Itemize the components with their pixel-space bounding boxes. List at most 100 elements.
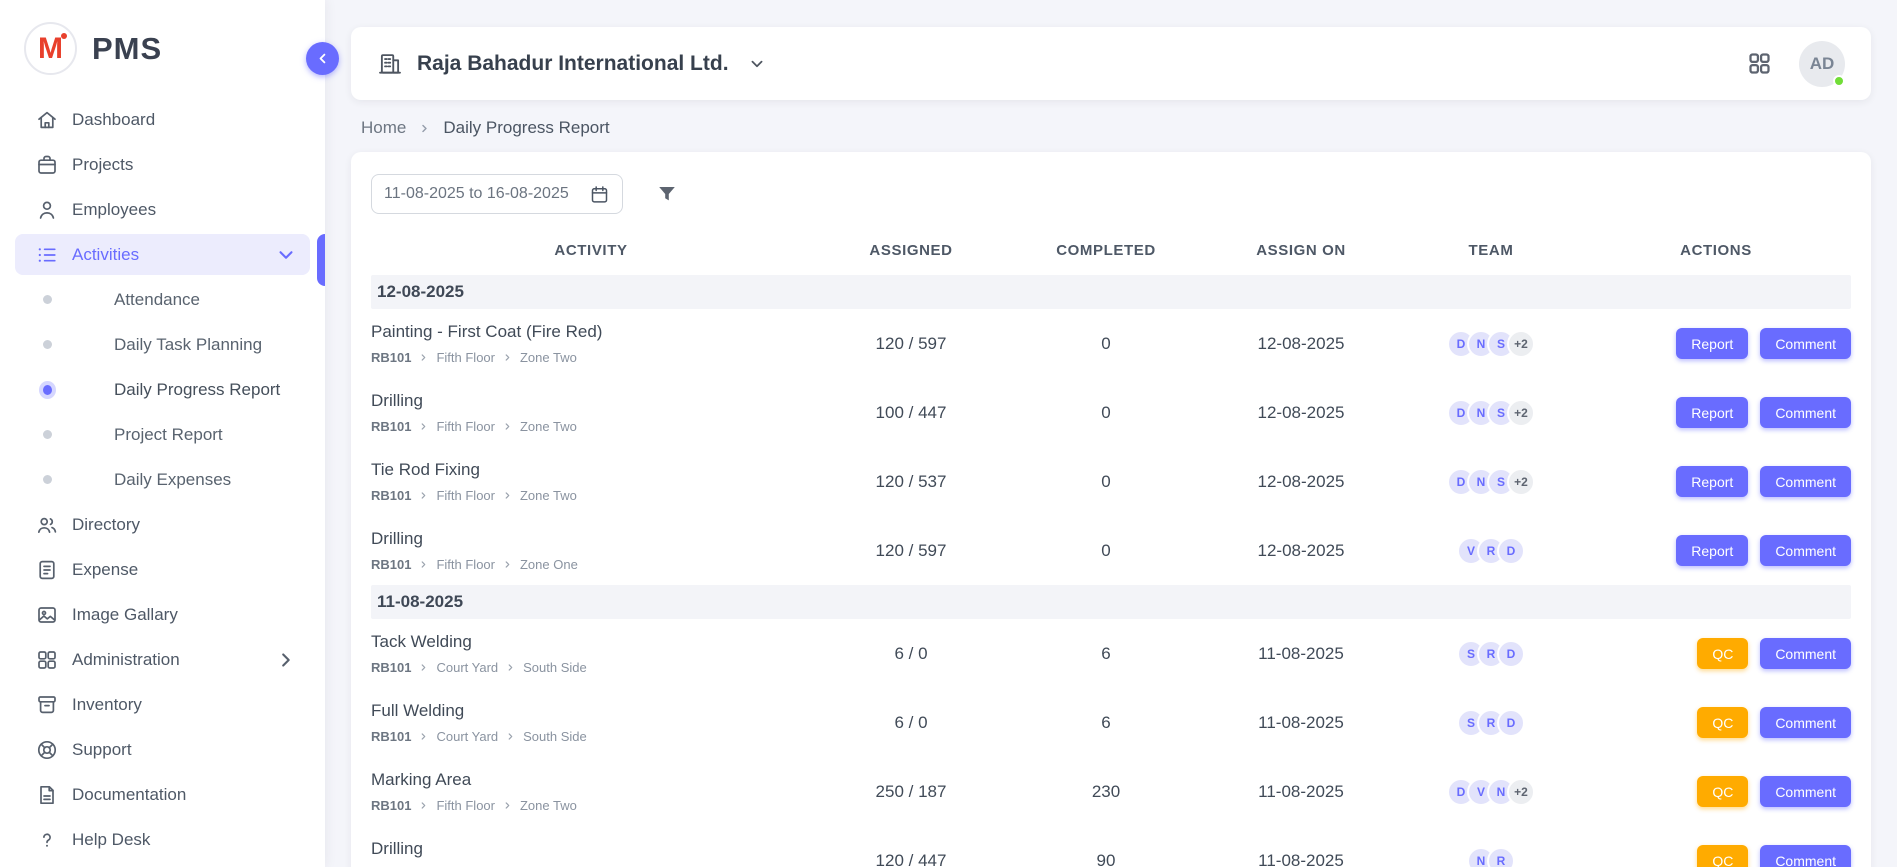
team-avatars: SRD (1401, 709, 1581, 737)
pms-logo-icon: M (24, 22, 77, 75)
sidebar-item-projects[interactable]: Projects (15, 144, 310, 185)
chevron-sep-icon (502, 490, 513, 501)
comment-button[interactable]: Comment (1760, 845, 1851, 867)
team-avatars: NR (1401, 847, 1581, 867)
sidebar-item-documentation[interactable]: Documentation (15, 774, 310, 815)
apps-grid-button[interactable] (1746, 50, 1773, 77)
activity-location-path: RB101Court YardSouth Side (371, 729, 811, 744)
comment-button[interactable]: Comment (1760, 466, 1851, 497)
sidebar-subitem-label: Daily Task Planning (114, 335, 262, 355)
sidebar-item-support[interactable]: Support (15, 729, 310, 770)
qc-button[interactable]: QC (1697, 707, 1748, 738)
sidebar-subitem-attendance[interactable]: Attendance (15, 279, 310, 320)
activity-row: DrillingRB101Fifth FloorZone One120 / 59… (371, 516, 1851, 585)
team-avatars: SRD (1401, 640, 1581, 668)
activity-cell: DrillingRB101Fifth FloorZone Two (371, 839, 811, 867)
qc-button[interactable]: QC (1697, 845, 1748, 867)
chevron-sep-icon (418, 662, 429, 673)
team-member-avatar: R (1487, 847, 1515, 867)
sidebar-subitem-label: Daily Expenses (114, 470, 231, 490)
path-segment: RB101 (371, 488, 411, 503)
sidebar-item-label: Help Desk (72, 830, 150, 850)
administration-icon (35, 648, 59, 672)
comment-button[interactable]: Comment (1760, 397, 1851, 428)
sidebar-item-activities[interactable]: Activities (15, 234, 310, 275)
path-segment: Fifth Floor (436, 557, 495, 572)
assign-on-value: 11-08-2025 (1201, 713, 1401, 733)
completed-value: 0 (1011, 403, 1201, 423)
activity-cell: Tack WeldingRB101Court YardSouth Side (371, 632, 811, 675)
user-avatar[interactable]: AD (1799, 41, 1845, 87)
sidebar-subitem-daily-task-planning[interactable]: Daily Task Planning (15, 324, 310, 365)
sidebar-item-inventory[interactable]: Inventory (15, 684, 310, 725)
comment-button[interactable]: Comment (1760, 707, 1851, 738)
comment-button[interactable]: Comment (1760, 328, 1851, 359)
assigned-value: 250 / 187 (811, 782, 1011, 802)
sidebar-item-label: Employees (72, 200, 156, 220)
chevron-sep-icon (502, 352, 513, 363)
column-header-activity: ACTIVITY (371, 242, 811, 259)
grid-icon (1746, 50, 1773, 77)
row-actions: Report Comment (1581, 328, 1851, 359)
chevron-right-icon (274, 648, 298, 672)
report-button[interactable]: Report (1676, 466, 1748, 497)
sidebar-subitem-project-report[interactable]: Project Report (15, 414, 310, 455)
company-selector[interactable]: Raja Bahadur International Ltd. (377, 51, 767, 77)
date-range-input[interactable]: 11-08-2025 to 16-08-2025 (371, 174, 623, 214)
comment-button[interactable]: Comment (1760, 776, 1851, 807)
report-button[interactable]: Report (1676, 328, 1748, 359)
path-segment: Zone Two (520, 488, 577, 503)
chevron-sep-icon (418, 490, 429, 501)
activity-cell: DrillingRB101Fifth FloorZone Two (371, 391, 811, 434)
sidebar-subitem-daily-expenses[interactable]: Daily Expenses (15, 459, 310, 500)
column-header-assigned: ASSIGNED (811, 242, 1011, 259)
comment-button[interactable]: Comment (1760, 535, 1851, 566)
qc-button[interactable]: QC (1697, 776, 1748, 807)
sidebar-item-help-desk[interactable]: Help Desk (15, 819, 310, 860)
sidebar-item-label: Inventory (72, 695, 142, 715)
activity-name: Drilling (371, 839, 811, 859)
activity-row: Full WeldingRB101Court YardSouth Side6 /… (371, 688, 1851, 757)
activity-name: Tie Rod Fixing (371, 460, 811, 480)
support-icon (35, 738, 59, 762)
sidebar-collapse-button[interactable] (306, 42, 339, 75)
chevron-sep-icon (418, 421, 429, 432)
sidebar-item-image-gallary[interactable]: Image Gallary (15, 594, 310, 635)
logo-accent-dot (61, 33, 67, 39)
chevron-sep-icon (502, 559, 513, 570)
sidebar-item-employees[interactable]: Employees (15, 189, 310, 230)
column-header-team: TEAM (1401, 242, 1581, 259)
breadcrumb-home-link[interactable]: Home (361, 118, 406, 138)
sidebar-item-label: Expense (72, 560, 138, 580)
path-segment: Fifth Floor (436, 488, 495, 503)
report-card: 11-08-2025 to 16-08-2025 ACTIVITYASSIGNE… (351, 152, 1871, 867)
logo-letter: M (38, 32, 63, 66)
sidebar-item-directory[interactable]: Directory (15, 504, 310, 545)
date-range-value: 11-08-2025 to 16-08-2025 (384, 185, 569, 203)
sidebar: M PMS DashboardProjectsEmployeesActiviti… (0, 0, 325, 867)
sidebar-item-administration[interactable]: Administration (15, 639, 310, 680)
chevron-sep-icon (505, 662, 516, 673)
report-button[interactable]: Report (1676, 397, 1748, 428)
sidebar-item-label: Projects (72, 155, 133, 175)
comment-button[interactable]: Comment (1760, 638, 1851, 669)
team-extra-count: +2 (1507, 468, 1535, 496)
qc-button[interactable]: QC (1697, 638, 1748, 669)
report-button[interactable]: Report (1676, 535, 1748, 566)
path-segment: Fifth Floor (436, 350, 495, 365)
assign-on-value: 12-08-2025 (1201, 403, 1401, 423)
completed-value: 6 (1011, 713, 1201, 733)
assigned-value: 120 / 597 (811, 334, 1011, 354)
directory-icon (35, 513, 59, 537)
bullet-dot-icon (43, 295, 52, 304)
sidebar-item-expense[interactable]: Expense (15, 549, 310, 590)
activity-location-path: RB101Fifth FloorZone One (371, 557, 811, 572)
sidebar-subitem-label: Attendance (114, 290, 200, 310)
topbar-right: AD (1746, 41, 1845, 87)
sidebar-subitem-daily-progress-report[interactable]: Daily Progress Report (15, 369, 310, 410)
completed-value: 90 (1011, 851, 1201, 867)
filter-button[interactable] (655, 182, 679, 206)
assign-on-value: 11-08-2025 (1201, 851, 1401, 867)
online-status-dot (1833, 75, 1845, 87)
sidebar-item-dashboard[interactable]: Dashboard (15, 99, 310, 140)
